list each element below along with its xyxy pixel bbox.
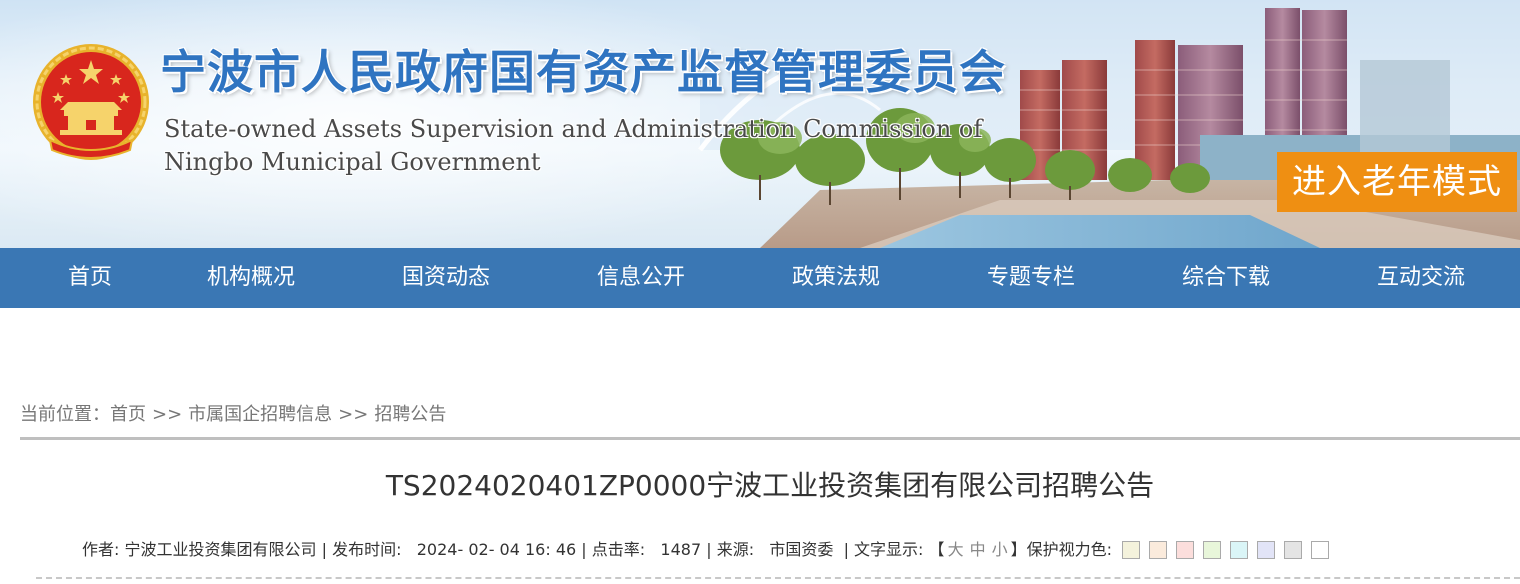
eye-care-swatch-gray[interactable] xyxy=(1284,541,1303,559)
source-value: 市国资委 xyxy=(769,540,834,559)
nav-item-topics[interactable]: 专题专栏 xyxy=(951,248,1111,308)
eye-care-swatch-green[interactable] xyxy=(1203,541,1222,559)
nav-item-downloads[interactable]: 综合下载 xyxy=(1146,248,1306,308)
source-label: 来源: xyxy=(716,540,755,559)
site-title-en-line1: State-owned Assets Supervision and Admin… xyxy=(164,115,983,143)
clicks-value: 1487 xyxy=(660,540,702,559)
eye-care-swatch-cyan[interactable] xyxy=(1230,541,1249,559)
author-label: 作者: xyxy=(82,540,120,559)
article-title: TS2024020401ZP0000宁波工业投资集团有限公司招聘公告 xyxy=(385,469,1155,502)
site-title-en: State-owned Assets Supervision and Admin… xyxy=(164,113,982,179)
nav-item-policy[interactable]: 政策法规 xyxy=(756,248,916,308)
font-size-label: 文字显示: xyxy=(854,540,924,559)
main-nav: 首页 机构概况 国资动态 信息公开 政策法规 专题专栏 综合下载 互动交流 xyxy=(0,248,1520,308)
font-size-large-link[interactable]: 大 xyxy=(948,540,964,559)
eye-care-swatch-pink[interactable] xyxy=(1176,541,1195,559)
nav-item-home[interactable]: 首页 xyxy=(10,248,170,308)
site-title-en-line2: Ningbo Municipal Government xyxy=(164,148,541,176)
meta-divider xyxy=(36,577,1520,579)
nav-item-disclosure[interactable]: 信息公开 xyxy=(561,248,721,308)
eye-care-label: 保护视力色: xyxy=(1026,540,1113,559)
breadcrumb-recruit-notice-link[interactable]: 招聘公告 xyxy=(374,404,446,425)
eye-care-swatch-beige[interactable] xyxy=(1122,541,1141,559)
breadcrumb-home-link[interactable]: 首页 xyxy=(110,404,146,425)
nav-item-about[interactable]: 机构概况 xyxy=(171,248,331,308)
nav-item-interaction[interactable]: 互动交流 xyxy=(1341,248,1501,308)
font-size-small-link[interactable]: 小 xyxy=(992,540,1008,559)
font-size-medium-link[interactable]: 中 xyxy=(970,540,986,559)
eye-care-swatches xyxy=(1122,541,1338,559)
breadcrumb-prefix: 当前位置： xyxy=(20,404,110,425)
breadcrumb-separator: >> xyxy=(152,404,183,425)
breadcrumb-recruit-info-link[interactable]: 市属国企招聘信息 xyxy=(188,404,332,425)
author-value: 宁波工业投资集团有限公司 xyxy=(124,540,317,559)
header-banner: 宁波市人民政府国有资产监督管理委员会 State-owned Assets Su… xyxy=(0,0,1520,248)
article-meta: 作者: 宁波工业投资集团有限公司 | 发布时间: 2024- 02- 04 16… xyxy=(82,536,1338,564)
eye-care-swatch-white[interactable] xyxy=(1311,541,1330,559)
publish-time-label: 发布时间: xyxy=(332,540,402,559)
eye-care-swatch-peach[interactable] xyxy=(1149,541,1168,559)
nav-item-news[interactable]: 国资动态 xyxy=(366,248,526,308)
national-emblem-icon xyxy=(33,44,149,160)
breadcrumb-separator: >> xyxy=(338,404,369,425)
font-size-options: 【大中小】 xyxy=(928,540,1027,559)
eye-care-swatch-lavender[interactable] xyxy=(1257,541,1276,559)
site-title-cn: 宁波市人民政府国有资产监督管理委员会 xyxy=(160,45,1006,99)
breadcrumb: 当前位置：首页 >> 市属国企招聘信息 >> 招聘公告 xyxy=(20,400,446,430)
publish-time-value: 2024- 02- 04 16: 46 xyxy=(416,540,577,559)
clicks-label: 点击率: xyxy=(591,540,646,559)
breadcrumb-divider xyxy=(20,437,1520,440)
elder-mode-button[interactable]: 进入老年模式 xyxy=(1277,152,1517,212)
